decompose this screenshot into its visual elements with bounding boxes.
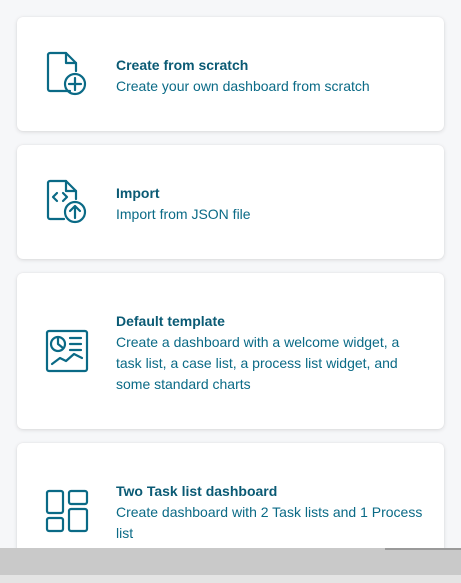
layout-grid-icon bbox=[44, 488, 90, 534]
dashboard-creation-options: Create from scratch Create your own dash… bbox=[0, 0, 461, 548]
card-description: Create a dashboard with a welcome widget… bbox=[116, 334, 400, 392]
card-description: Create dashboard with 2 Task lists and 1… bbox=[116, 504, 423, 541]
card-title: Import bbox=[116, 185, 160, 201]
bottom-scrollbar[interactable] bbox=[0, 548, 461, 583]
card-title: Create from scratch bbox=[116, 57, 249, 73]
file-plus-icon bbox=[44, 51, 90, 97]
card-description: Import from JSON file bbox=[116, 206, 251, 222]
footer-divider bbox=[0, 575, 461, 583]
card-title: Default template bbox=[116, 313, 225, 329]
create-from-scratch-card[interactable]: Create from scratch Create your own dash… bbox=[17, 17, 444, 131]
chart-template-icon bbox=[44, 328, 90, 374]
default-template-card[interactable]: Default template Create a dashboard with… bbox=[17, 273, 444, 429]
card-title: Two Task list dashboard bbox=[116, 483, 278, 499]
scrollbar-thumb[interactable] bbox=[385, 548, 461, 550]
import-card[interactable]: Import Import from JSON file bbox=[17, 145, 444, 259]
card-description: Create your own dashboard from scratch bbox=[116, 78, 370, 94]
file-code-upload-icon bbox=[44, 179, 90, 225]
two-task-list-card[interactable]: Two Task list dashboard Create dashboard… bbox=[17, 443, 444, 548]
